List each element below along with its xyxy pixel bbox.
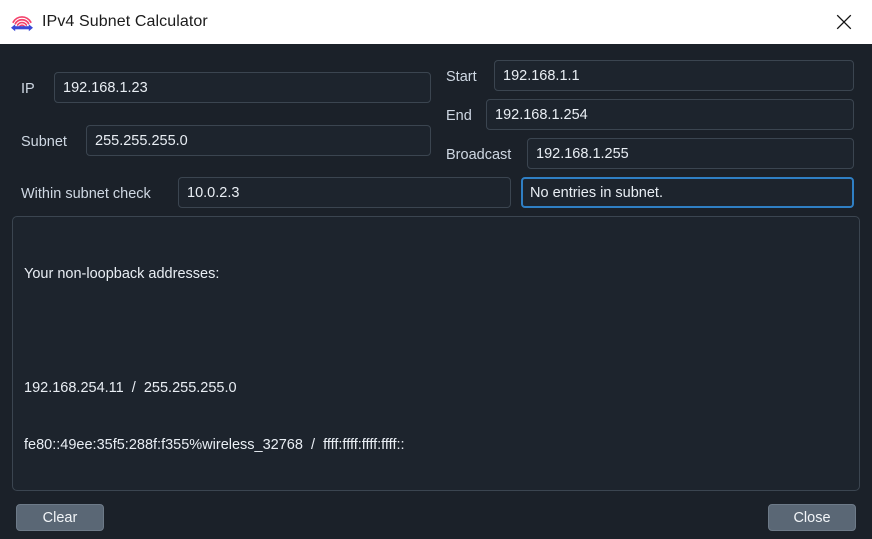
start-label: Start [446, 69, 477, 85]
ip-input[interactable] [54, 72, 431, 103]
addresses-output-textarea[interactable]: Your non-loopback addresses: 192.168.254… [12, 216, 860, 491]
title-bar: IPv4 Subnet Calculator [0, 0, 872, 44]
window-title: IPv4 Subnet Calculator [42, 13, 208, 30]
network-subnet-icon [10, 10, 34, 34]
start-input[interactable] [494, 60, 854, 91]
output-header: Your non-loopback addresses: [24, 266, 220, 282]
within-subnet-result-field[interactable] [521, 177, 854, 208]
end-label: End [446, 108, 472, 124]
subnet-label: Subnet [21, 134, 67, 150]
subnet-input[interactable] [86, 125, 431, 156]
dialog-content: IP Subnet Start End Broadcast Within sub… [0, 44, 872, 539]
output-line: 192.168.254.11 / 255.255.255.0 [24, 380, 237, 396]
clear-button[interactable]: Clear [16, 504, 104, 531]
ip-label: IP [21, 81, 35, 97]
output-spacer [24, 322, 848, 341]
close-icon[interactable] [816, 0, 872, 44]
within-subnet-check-input[interactable] [178, 177, 511, 208]
within-subnet-check-label: Within subnet check [21, 186, 151, 202]
output-line: fe80::49ee:35f5:288f:f355%wireless_32768… [24, 437, 405, 453]
broadcast-input[interactable] [527, 138, 854, 169]
broadcast-label: Broadcast [446, 147, 512, 163]
end-input[interactable] [486, 99, 854, 130]
close-button[interactable]: Close [768, 504, 856, 531]
